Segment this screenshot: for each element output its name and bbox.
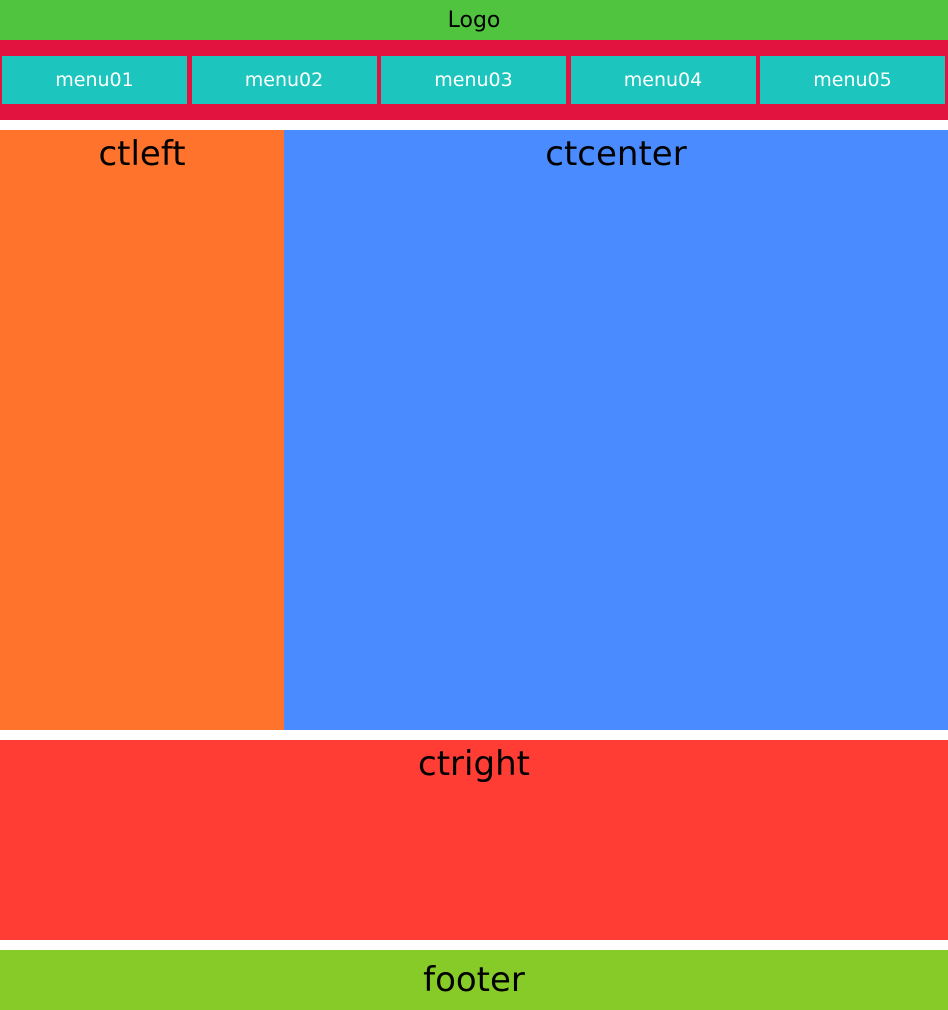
content-right-panel: ctright	[0, 740, 948, 940]
logo-text: Logo	[447, 7, 501, 33]
menu-item-01[interactable]: menu01	[0, 54, 189, 106]
content-center-label: ctcenter	[545, 134, 687, 174]
menu-item-05[interactable]: menu05	[758, 54, 947, 106]
content-left-panel: ctleft	[0, 130, 284, 730]
menu-item-02[interactable]: menu02	[189, 54, 379, 106]
menu-item-03[interactable]: menu03	[379, 54, 568, 106]
menu-item-label: menu05	[813, 69, 892, 91]
menu-item-label: menu01	[55, 69, 134, 91]
logo-header: Logo	[0, 0, 948, 40]
content-left-label: ctleft	[98, 134, 186, 174]
menu-list: menu01 menu02 menu03 menu04 menu05	[0, 54, 948, 106]
menu-item-04[interactable]: menu04	[568, 54, 758, 106]
menu-item-label: menu03	[434, 69, 513, 91]
menu-item-label: menu02	[244, 69, 324, 91]
content-right-label: ctright	[418, 744, 530, 784]
footer: footer	[0, 950, 948, 1010]
content-center-panel: ctcenter	[284, 130, 948, 730]
menu-item-label: menu04	[623, 69, 703, 91]
nav-bar: menu01 menu02 menu03 menu04 menu05	[0, 40, 948, 120]
footer-label: footer	[423, 960, 525, 1000]
